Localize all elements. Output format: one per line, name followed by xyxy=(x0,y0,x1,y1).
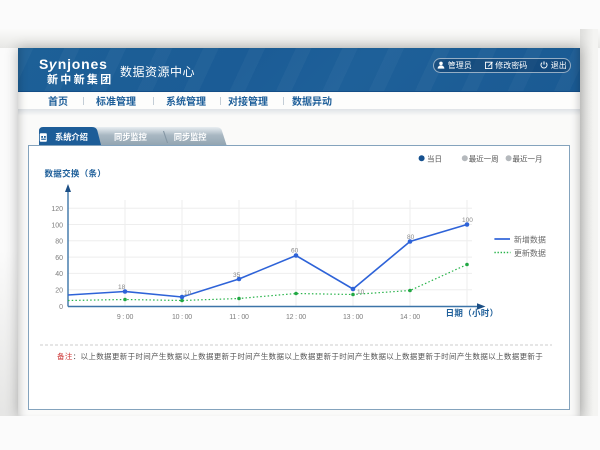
svg-text:80: 80 xyxy=(407,231,415,241)
svg-text:10: 10 xyxy=(184,287,192,297)
svg-text:新增数据: 新增数据 xyxy=(514,234,546,245)
svg-text:数据交换（条）: 数据交换（条） xyxy=(45,168,107,180)
svg-text:120: 120 xyxy=(51,204,63,214)
svg-text:10: 10 xyxy=(357,286,365,296)
svg-text:35: 35 xyxy=(233,269,241,279)
svg-text:40: 40 xyxy=(55,269,63,279)
svg-text:当日: 当日 xyxy=(427,153,442,164)
svg-text:同步监控: 同步监控 xyxy=(174,131,208,143)
svg-text:更新数据: 更新数据 xyxy=(514,248,546,259)
svg-text:60: 60 xyxy=(291,245,299,255)
svg-text:14 : 00: 14 : 00 xyxy=(400,312,420,322)
svg-text:10 : 00: 10 : 00 xyxy=(172,312,192,322)
svg-text:同步监控: 同步监控 xyxy=(114,131,148,143)
svg-text:11 : 00: 11 : 00 xyxy=(229,312,249,322)
svg-text:0: 0 xyxy=(59,302,63,312)
svg-text:13 : 00: 13 : 00 xyxy=(343,312,363,322)
svg-text:9 : 00: 9 : 00 xyxy=(117,312,134,322)
svg-text:日期（小时）: 日期（小时） xyxy=(446,307,499,319)
svg-text:系统介绍: 系统介绍 xyxy=(55,131,88,143)
svg-text:最近一周: 最近一周 xyxy=(469,153,499,164)
svg-text:备注：以上数据更新于时间产生数据以上数据更新于时间产生数据以: 备注：以上数据更新于时间产生数据以上数据更新于时间产生数据以上数据更新于时间产生… xyxy=(57,351,543,362)
svg-text:80: 80 xyxy=(55,237,63,247)
svg-text:12 : 00: 12 : 00 xyxy=(286,312,306,322)
svg-text:20: 20 xyxy=(55,286,63,296)
svg-text:100: 100 xyxy=(51,220,63,230)
svg-text:最近一月: 最近一月 xyxy=(513,153,543,164)
svg-text:100: 100 xyxy=(462,214,473,224)
svg-text:18: 18 xyxy=(118,281,126,291)
svg-text:60: 60 xyxy=(55,253,63,263)
